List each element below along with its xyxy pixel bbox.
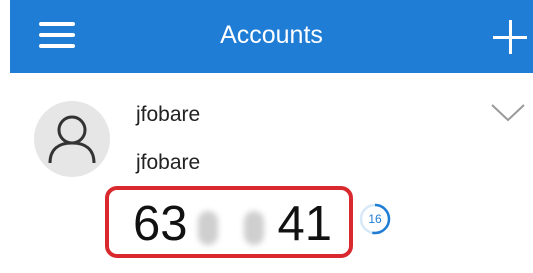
account-username: jfobare	[136, 151, 201, 174]
code-masked-digits	[188, 207, 278, 247]
code-digits: 63 41	[133, 196, 332, 252]
page-title: Accounts	[220, 21, 323, 49]
plus-icon[interactable]	[493, 20, 527, 54]
verification-code[interactable]: 63 41	[105, 186, 353, 258]
user-silhouette-icon	[48, 115, 96, 164]
countdown-timer: 16	[358, 202, 392, 236]
code-suffix: 41	[277, 197, 333, 251]
authenticator-app: Accounts jfobare jfobare 63 41 16	[0, 0, 533, 273]
timer-seconds: 16	[368, 212, 382, 226]
code-prefix: 63	[133, 197, 188, 251]
avatar	[34, 101, 110, 177]
app-header: Accounts	[10, 0, 533, 73]
account-name: jfobare	[136, 103, 201, 126]
chevron-down-icon[interactable]	[490, 103, 526, 123]
